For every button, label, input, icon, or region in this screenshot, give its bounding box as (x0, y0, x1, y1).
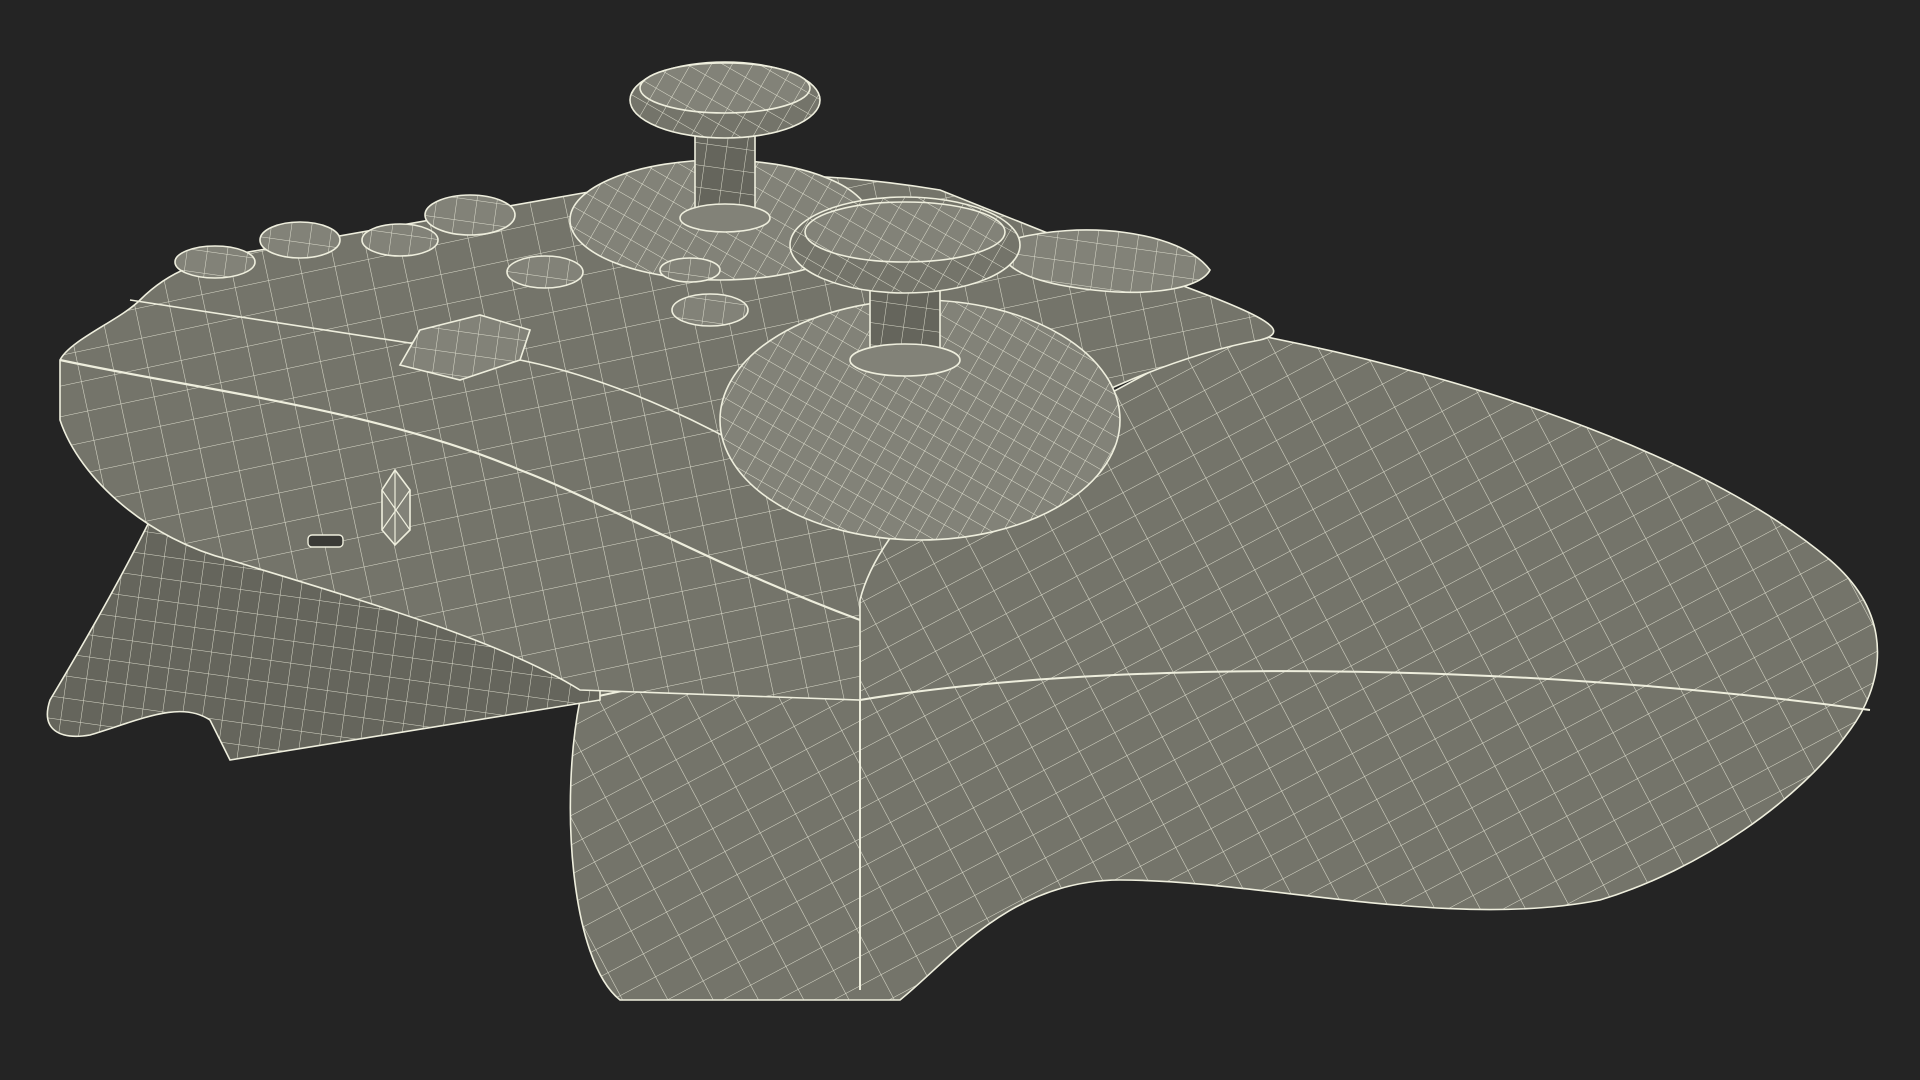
wireframe-scene (0, 0, 1920, 1080)
usb-port (307, 534, 344, 548)
